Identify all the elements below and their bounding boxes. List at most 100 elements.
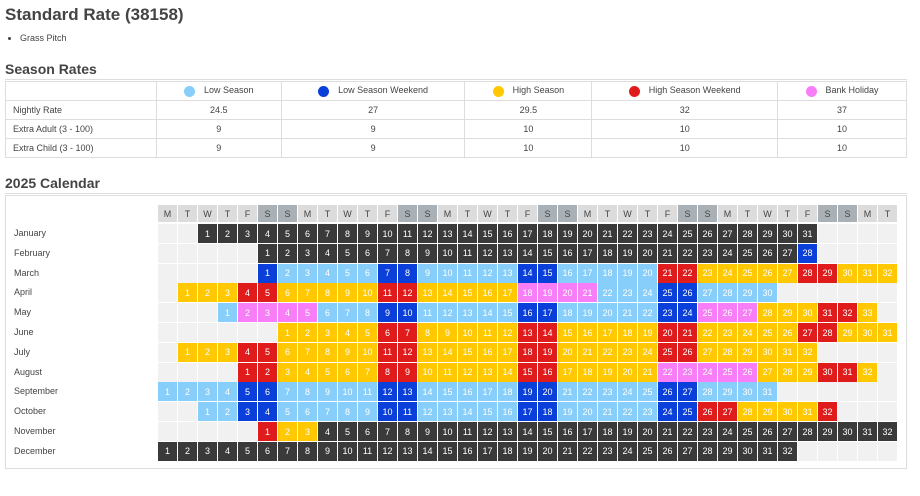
day-cell-high-season-weekend[interactable]: 32: [838, 303, 857, 323]
day-cell-closed[interactable]: 21: [658, 422, 677, 441]
day-cell-high-season[interactable]: 7: [298, 342, 317, 362]
day-cell-high-season-weekend[interactable]: 29: [818, 263, 837, 283]
day-cell-bank-holiday[interactable]: 24: [698, 362, 717, 382]
day-cell-low-season[interactable]: 8: [358, 303, 377, 323]
day-cell-high-season[interactable]: 7: [298, 283, 317, 303]
day-cell-closed[interactable]: 22: [618, 224, 637, 243]
day-cell-high-season-weekend[interactable]: 18: [518, 342, 537, 362]
day-cell-high-season-weekend[interactable]: 4: [238, 342, 257, 362]
day-cell-low-season-weekend[interactable]: 4: [258, 402, 277, 422]
day-cell-closed[interactable]: 20: [638, 422, 657, 441]
day-cell-closed[interactable]: 9: [418, 243, 437, 263]
day-cell-closed[interactable]: 27: [778, 243, 797, 263]
day-cell-low-season[interactable]: 23: [638, 402, 657, 422]
day-cell-high-season[interactable]: 25: [758, 323, 777, 342]
day-cell-bank-holiday[interactable]: 2: [238, 303, 257, 323]
day-cell-closed[interactable]: 24: [658, 224, 677, 243]
day-cell-low-season-weekend[interactable]: 23: [658, 303, 677, 323]
day-cell-high-season[interactable]: 31: [778, 342, 797, 362]
day-cell-closed[interactable]: 14: [518, 243, 537, 263]
day-cell-low-season[interactable]: 16: [558, 263, 577, 283]
day-cell-high-season[interactable]: 15: [458, 283, 477, 303]
day-cell-high-season[interactable]: 22: [698, 323, 717, 342]
day-cell-high-season[interactable]: 13: [478, 362, 497, 382]
day-cell-high-season[interactable]: 28: [738, 402, 757, 422]
day-cell-closed[interactable]: 14: [458, 224, 477, 243]
day-cell-high-season[interactable]: 30: [798, 303, 817, 323]
day-cell-high-season[interactable]: 1: [178, 283, 197, 303]
day-cell-closed[interactable]: 2: [178, 441, 197, 461]
day-cell-closed[interactable]: 18: [538, 224, 557, 243]
day-cell-high-season[interactable]: 4: [298, 362, 317, 382]
day-cell-high-season[interactable]: 29: [758, 402, 777, 422]
day-cell-bank-holiday[interactable]: 22: [658, 362, 677, 382]
day-cell-low-season-weekend[interactable]: 3: [238, 402, 257, 422]
day-cell-low-season[interactable]: 4: [218, 382, 237, 402]
day-cell-high-season[interactable]: 3: [278, 362, 297, 382]
day-cell-low-season-weekend[interactable]: 1: [258, 263, 277, 283]
day-cell-low-season[interactable]: 24: [618, 382, 637, 402]
day-cell-closed[interactable]: 24: [718, 422, 737, 441]
day-cell-low-season[interactable]: 8: [338, 402, 357, 422]
day-cell-low-season[interactable]: 15: [498, 303, 517, 323]
day-cell-high-season[interactable]: 2: [198, 283, 217, 303]
day-cell-low-season[interactable]: 11: [458, 263, 477, 283]
day-cell-high-season-weekend[interactable]: 28: [798, 263, 817, 283]
day-cell-low-season[interactable]: 14: [418, 382, 437, 402]
day-cell-closed[interactable]: 9: [418, 422, 437, 441]
day-cell-low-season[interactable]: 30: [758, 283, 777, 303]
day-cell-closed[interactable]: 13: [498, 422, 517, 441]
day-cell-high-season-weekend[interactable]: 16: [538, 362, 557, 382]
day-cell-high-season[interactable]: 21: [578, 342, 597, 362]
day-cell-low-season[interactable]: 22: [578, 382, 597, 402]
day-cell-high-season-weekend[interactable]: 15: [518, 362, 537, 382]
day-cell-closed[interactable]: 5: [238, 441, 257, 461]
day-cell-closed[interactable]: 26: [758, 243, 777, 263]
day-cell-high-season[interactable]: 31: [878, 323, 897, 342]
day-cell-low-season[interactable]: 24: [638, 283, 657, 303]
day-cell-closed[interactable]: 15: [538, 422, 557, 441]
day-cell-closed[interactable]: 31: [858, 422, 877, 441]
day-cell-closed[interactable]: 12: [418, 224, 437, 243]
day-cell-high-season[interactable]: 6: [338, 362, 357, 382]
day-cell-high-season[interactable]: 17: [498, 342, 517, 362]
day-cell-high-season[interactable]: 28: [758, 303, 777, 323]
day-cell-closed[interactable]: 23: [698, 243, 717, 263]
day-cell-closed[interactable]: 30: [838, 422, 857, 441]
day-cell-low-season[interactable]: 12: [478, 263, 497, 283]
day-cell-low-season[interactable]: 25: [638, 382, 657, 402]
day-cell-closed[interactable]: 3: [238, 224, 257, 243]
day-cell-closed[interactable]: 23: [598, 441, 617, 461]
day-cell-high-season-weekend[interactable]: 12: [398, 342, 417, 362]
day-cell-closed[interactable]: 4: [218, 441, 237, 461]
day-cell-low-season-weekend[interactable]: 17: [538, 303, 557, 323]
day-cell-high-season[interactable]: 7: [358, 362, 377, 382]
day-cell-high-season[interactable]: 3: [298, 422, 317, 441]
day-cell-high-season[interactable]: 25: [738, 263, 757, 283]
day-cell-high-season[interactable]: 5: [358, 323, 377, 342]
day-cell-high-season[interactable]: 2: [298, 323, 317, 342]
day-cell-high-season-weekend[interactable]: 21: [678, 323, 697, 342]
day-cell-high-season[interactable]: 8: [318, 342, 337, 362]
day-cell-closed[interactable]: 17: [478, 441, 497, 461]
day-cell-low-season-weekend[interactable]: 27: [678, 382, 697, 402]
day-cell-closed[interactable]: 8: [398, 243, 417, 263]
day-cell-closed[interactable]: 10: [438, 422, 457, 441]
day-cell-high-season[interactable]: 17: [558, 362, 577, 382]
day-cell-closed[interactable]: 28: [738, 224, 757, 243]
day-cell-high-season-weekend[interactable]: 11: [378, 342, 397, 362]
day-cell-closed[interactable]: 25: [678, 224, 697, 243]
day-cell-low-season[interactable]: 1: [158, 382, 177, 402]
day-cell-low-season-weekend[interactable]: 24: [678, 303, 697, 323]
day-cell-bank-holiday[interactable]: 5: [298, 303, 317, 323]
day-cell-closed[interactable]: 24: [718, 243, 737, 263]
day-cell-closed[interactable]: 29: [718, 441, 737, 461]
day-cell-high-season[interactable]: 20: [618, 362, 637, 382]
day-cell-closed[interactable]: 26: [658, 441, 677, 461]
day-cell-high-season[interactable]: 12: [458, 362, 477, 382]
day-cell-low-season[interactable]: 28: [718, 283, 737, 303]
day-cell-closed[interactable]: 6: [358, 243, 377, 263]
day-cell-low-season[interactable]: 19: [558, 402, 577, 422]
day-cell-high-season-weekend[interactable]: 30: [818, 362, 837, 382]
day-cell-high-season[interactable]: 3: [218, 342, 237, 362]
